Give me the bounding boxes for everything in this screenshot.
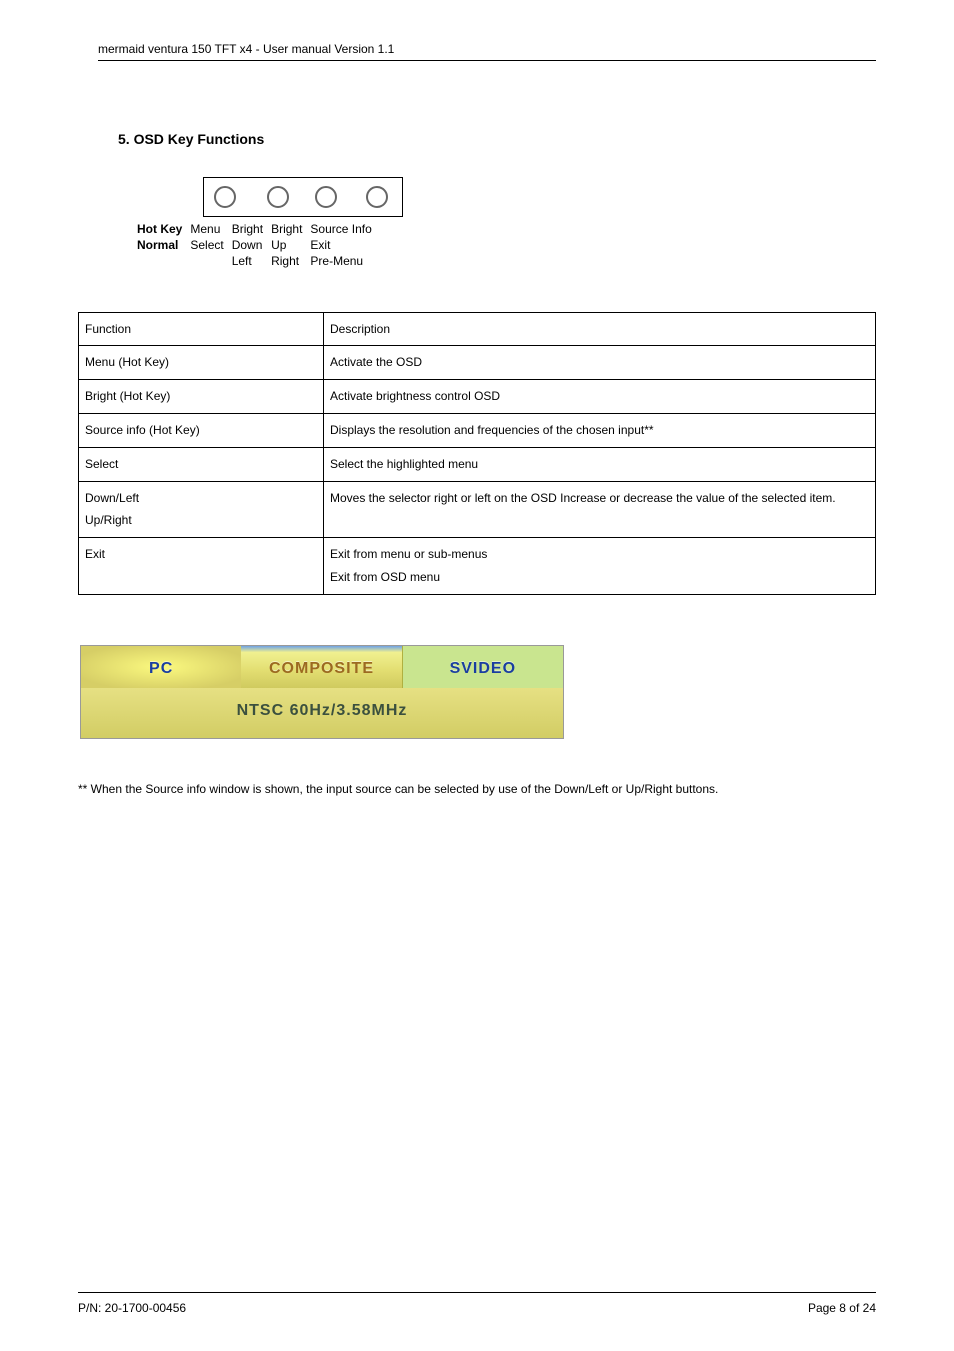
osd-button-2-icon xyxy=(267,186,289,208)
osd-tabs: PC COMPOSITE SVIDEO xyxy=(81,646,563,688)
osd-source-window: PC COMPOSITE SVIDEO NTSC 60Hz/3.58MHz xyxy=(80,645,564,739)
section-title: 5. OSD Key Functions xyxy=(118,131,876,147)
table-row: Bright (Hot Key) Activate brightness con… xyxy=(79,380,876,414)
cell-description: Select the highlighted menu xyxy=(324,447,876,481)
normal-col4a: Exit xyxy=(306,237,375,253)
cell-description: Activate brightness control OSD xyxy=(324,380,876,414)
button-panel-outline xyxy=(203,177,403,217)
footnote: ** When the Source info window is shown,… xyxy=(78,781,876,798)
hotkey-col4: Source Info xyxy=(306,221,375,237)
cell-function: Select xyxy=(79,447,324,481)
normal-col2b: Left xyxy=(228,253,267,269)
osd-button-diagram: Hot Key Menu Bright Bright Source Info N… xyxy=(133,177,876,270)
normal-col3a: Up xyxy=(267,237,306,253)
cell-description: Exit from menu or sub-menus Exit from OS… xyxy=(324,538,876,595)
hotkey-col1: Menu xyxy=(186,221,227,237)
hotkey-row-label: Hot Key xyxy=(133,221,186,237)
table-row: Exit Exit from menu or sub-menus Exit fr… xyxy=(79,538,876,595)
normal-col1b xyxy=(186,253,227,269)
table-row: Function Description xyxy=(79,312,876,346)
button-labels-table: Hot Key Menu Bright Bright Source Info N… xyxy=(133,221,376,270)
table-row: Down/Left Up/Right Moves the selector ri… xyxy=(79,481,876,538)
cell-description: Moves the selector right or left on the … xyxy=(324,481,876,538)
normal-col2a: Down xyxy=(228,237,267,253)
cell-function: Down/Left Up/Right xyxy=(79,481,324,538)
osd-signal-info: NTSC 60Hz/3.58MHz xyxy=(81,688,563,738)
page-footer: P/N: 20-1700-00456 Page 8 of 24 xyxy=(78,1292,876,1315)
table-row: Source info (Hot Key) Displays the resol… xyxy=(79,413,876,447)
table-row: Select Select the highlighted menu xyxy=(79,447,876,481)
normal-row-label: Normal xyxy=(133,237,186,253)
table-row: Menu (Hot Key) Activate the OSD xyxy=(79,346,876,380)
normal-col1a: Select xyxy=(186,237,227,253)
cell-function: Exit xyxy=(79,538,324,595)
osd-button-4-icon xyxy=(366,186,388,208)
osd-tab-svideo: SVIDEO xyxy=(402,646,563,688)
osd-button-1-icon xyxy=(214,186,236,208)
cell-function: Source info (Hot Key) xyxy=(79,413,324,447)
osd-tab-pc: PC xyxy=(81,646,241,688)
th-description: Description xyxy=(324,312,876,346)
cell-function: Bright (Hot Key) xyxy=(79,380,324,414)
cell-description: Activate the OSD xyxy=(324,346,876,380)
osd-button-3-icon xyxy=(315,186,337,208)
cell-description: Displays the resolution and frequencies … xyxy=(324,413,876,447)
footer-part-number: P/N: 20-1700-00456 xyxy=(78,1301,186,1315)
normal-col4b: Pre-Menu xyxy=(306,253,375,269)
normal-col3b: Right xyxy=(267,253,306,269)
footer-page-number: Page 8 of 24 xyxy=(808,1301,876,1315)
osd-tab-composite: COMPOSITE xyxy=(241,646,401,688)
function-table: Function Description Menu (Hot Key) Acti… xyxy=(78,312,876,595)
hotkey-col2: Bright xyxy=(228,221,267,237)
page: mermaid ventura 150 TFT x4 - User manual… xyxy=(0,0,954,1351)
page-header: mermaid ventura 150 TFT x4 - User manual… xyxy=(98,42,876,61)
cell-function: Menu (Hot Key) xyxy=(79,346,324,380)
hotkey-col3: Bright xyxy=(267,221,306,237)
th-function: Function xyxy=(79,312,324,346)
